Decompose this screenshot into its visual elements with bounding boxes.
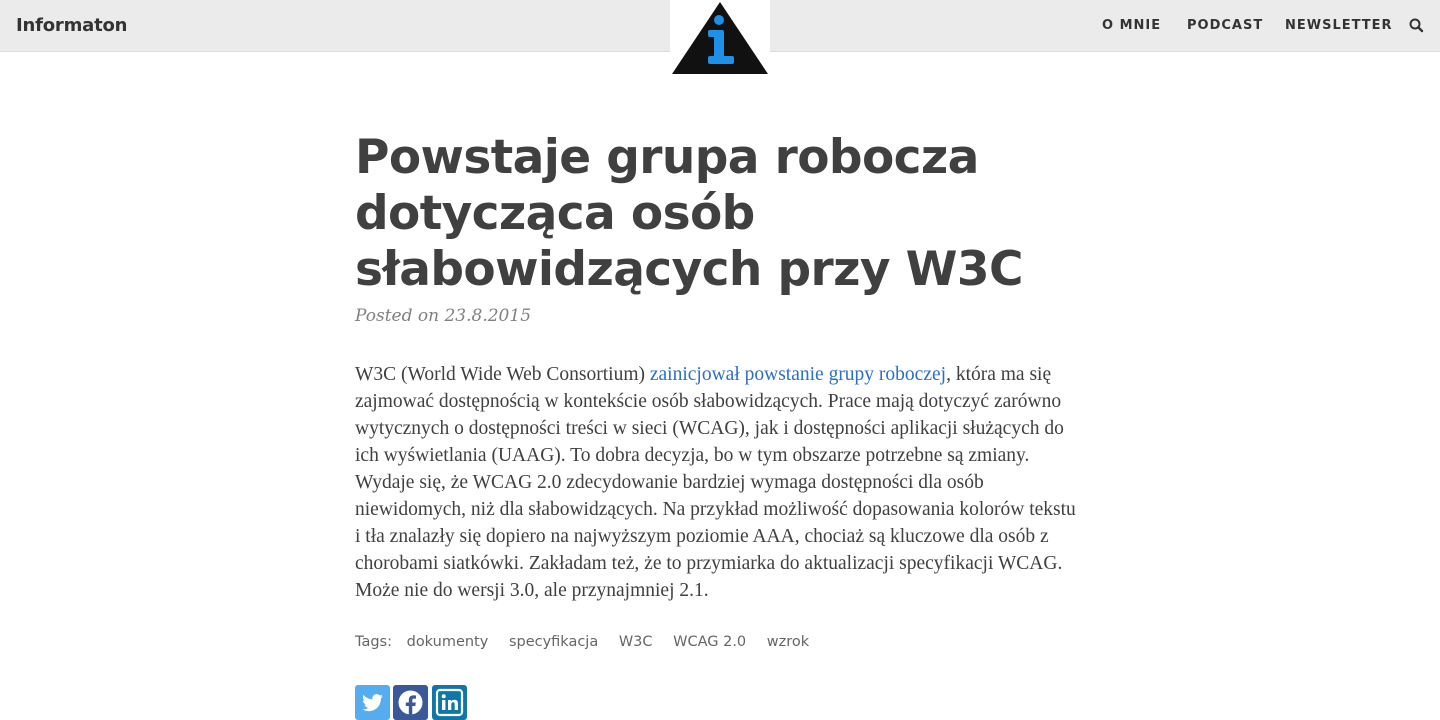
body-rest: , która ma się zajmować dostępnością w k… (355, 364, 1076, 601)
tag-link[interactable]: dokumenty (407, 634, 489, 650)
post-tags: Tags: dokumenty specyfikacja W3C WCAG 2.… (355, 634, 825, 656)
tag-link[interactable]: specyfikacja (509, 634, 598, 650)
post-body: W3C (World Wide Web Consortium) zainicjo… (355, 361, 1085, 604)
tag-link[interactable]: wzrok (767, 634, 809, 650)
info-triangle-icon (672, 2, 768, 74)
brand-link[interactable]: Informaton (16, 15, 127, 36)
share-facebook-button[interactable] (393, 685, 428, 720)
share-linkedin-button[interactable] (432, 685, 467, 720)
tag-link[interactable]: W3C (619, 634, 653, 650)
nav-newsletter[interactable]: NEWSLETTER (1285, 18, 1393, 33)
post-meta: Posted on 23.8.2015 (355, 306, 531, 326)
post-title: Powstaje grupa robocza dotycząca osób sł… (355, 130, 1024, 297)
twitter-icon (362, 694, 383, 712)
search-icon[interactable] (1408, 17, 1426, 35)
linkedin-icon (435, 688, 464, 717)
posted-date: 23.8.2015 (444, 306, 532, 326)
body-intro: W3C (World Wide Web Consortium) (355, 364, 650, 385)
site-logo[interactable] (670, 0, 770, 78)
facebook-icon (398, 690, 423, 715)
tag-link[interactable]: WCAG 2.0 (673, 634, 746, 650)
nav-o-mnie[interactable]: O MNIE (1102, 18, 1161, 33)
posted-label: Posted on (355, 306, 440, 326)
nav-podcast[interactable]: PODCAST (1187, 18, 1263, 33)
top-navbar: Informaton O MNIE PODCAST NEWSLETTER (0, 0, 1440, 78)
body-link[interactable]: zainicjował powstanie grupy roboczej (650, 364, 946, 385)
share-twitter-button[interactable] (355, 685, 390, 720)
tags-label: Tags: (355, 634, 392, 650)
